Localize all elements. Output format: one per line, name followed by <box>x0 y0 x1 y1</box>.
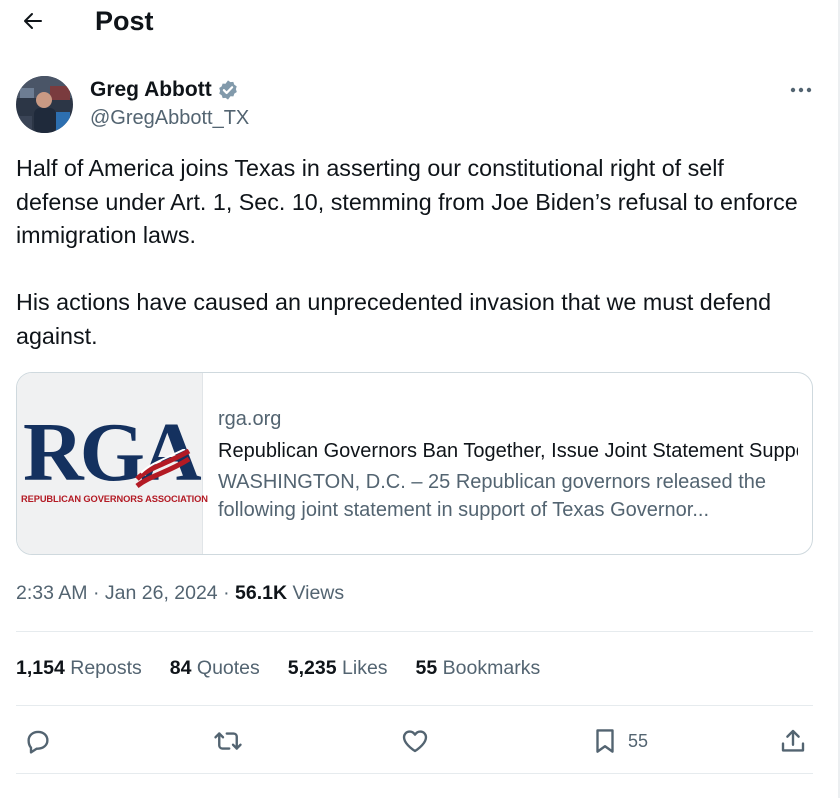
meta-separator: · <box>92 582 100 604</box>
engagement-stats: 1,154 Reposts 84 Quotes 5,235 Likes 55 B… <box>16 656 540 680</box>
bookmark-button[interactable]: 55 <box>590 724 648 758</box>
card-description: WASHINGTON, D.C. – 25 Republican governo… <box>218 471 767 521</box>
bookmarks-label: Bookmarks <box>442 657 541 679</box>
quotes-count: 84 <box>169 657 192 679</box>
flag-stripes-icon <box>135 449 191 489</box>
repost-icon <box>214 732 242 750</box>
post-text: Half of America joins Texas in asserting… <box>16 152 806 353</box>
rga-logo-subtitle: REPUBLICAN GOVERNORS ASSOCIATION <box>21 494 208 504</box>
views-label: Views <box>292 582 345 604</box>
repost-button[interactable] <box>213 724 243 758</box>
verified-badge-icon <box>218 80 237 100</box>
author-name-text: Greg Abbott <box>90 78 212 101</box>
reposts-stat[interactable]: 1,154 Reposts <box>16 656 142 680</box>
post-paragraph: His actions have caused an unprecedented… <box>16 289 772 349</box>
like-button[interactable] <box>400 724 430 758</box>
post-paragraph: Half of America joins Texas in asserting… <box>16 155 798 248</box>
divider <box>16 773 813 774</box>
likes-count: 5,235 <box>287 657 337 679</box>
link-preview-card[interactable]: RGA REPUBLICAN GOVERNORS ASSOCIATION rga… <box>16 372 813 555</box>
post-time[interactable]: 2:33 AM <box>16 582 88 604</box>
likes-label: Likes <box>342 657 388 679</box>
bookmarks-count: 55 <box>415 657 438 679</box>
share-icon <box>781 729 805 752</box>
quotes-stat[interactable]: 84 Quotes <box>170 656 260 680</box>
bookmarks-stat[interactable]: 55 Bookmarks <box>416 656 541 680</box>
meta-separator: · <box>223 582 230 604</box>
back-button[interactable] <box>18 6 48 36</box>
bookmark-count: 55 <box>628 730 649 751</box>
likes-stat[interactable]: 5,235 Likes <box>288 656 388 680</box>
more-options-button[interactable] <box>786 78 816 102</box>
card-title: Republican Governors Ban Together, Issue… <box>218 440 798 462</box>
arrow-left-icon <box>24 13 42 29</box>
share-button[interactable] <box>778 724 808 758</box>
bookmark-icon <box>596 729 614 753</box>
more-horizontal-icon <box>790 87 812 93</box>
avatar[interactable] <box>16 76 73 133</box>
post-meta: 2:33 AM · Jan 26, 2024 · 56.1K Views <box>16 581 344 605</box>
reply-button[interactable] <box>23 724 53 758</box>
quotes-label: Quotes <box>196 657 260 679</box>
card-thumbnail: RGA REPUBLICAN GOVERNORS ASSOCIATION <box>17 373 208 554</box>
card-domain: rga.org <box>218 408 282 430</box>
reply-icon <box>27 730 49 754</box>
heart-icon <box>402 730 428 753</box>
author-handle[interactable]: @GregAbbott_TX <box>90 106 249 130</box>
divider <box>16 631 813 632</box>
views-count: 56.1K <box>235 582 288 604</box>
reposts-count: 1,154 <box>16 657 65 679</box>
reposts-label: Reposts <box>70 657 142 679</box>
author-name[interactable]: Greg Abbott <box>90 77 239 103</box>
divider <box>16 705 813 706</box>
page-title: Post <box>95 6 154 36</box>
post-date[interactable]: Jan 26, 2024 <box>105 582 218 604</box>
